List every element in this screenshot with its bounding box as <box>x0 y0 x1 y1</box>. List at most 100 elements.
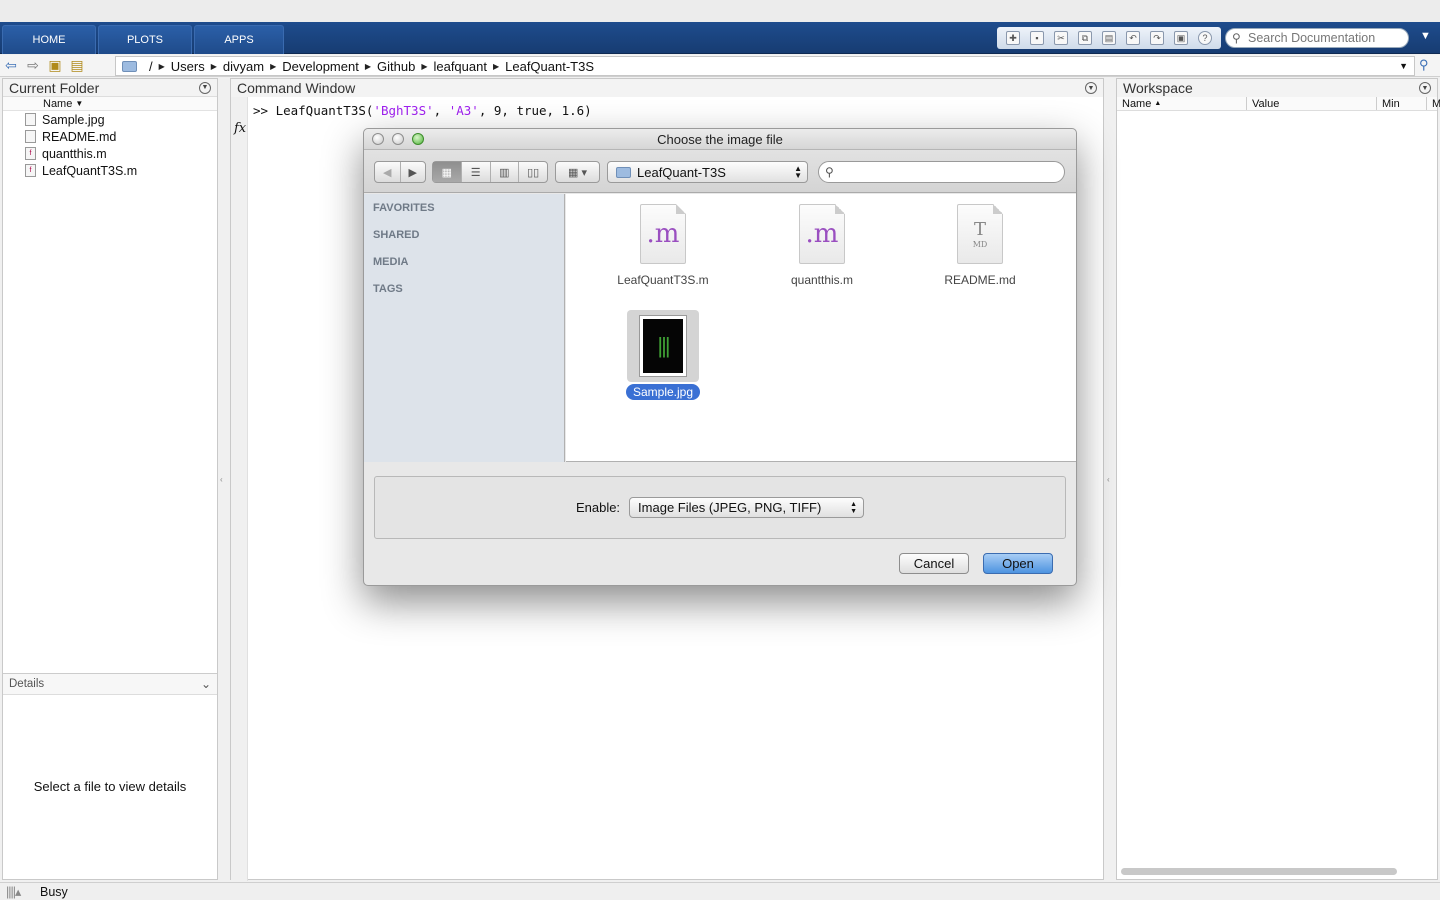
browse-folder-icon[interactable]: ▤ <box>66 57 88 75</box>
cut-icon[interactable]: ✂ <box>1054 31 1068 45</box>
cancel-button[interactable]: Cancel <box>899 553 969 574</box>
choose-file-dialog: Choose the image file ◀ ▶ ▦ ☰ ▥ ▯▯ ▦ ▾ L… <box>363 128 1077 586</box>
redo-icon[interactable]: ↷ <box>1150 31 1164 45</box>
splitter-handle[interactable]: ‹ <box>1107 475 1110 484</box>
icon-glyph: T <box>973 219 986 240</box>
search-icon: ⚲ <box>1232 31 1241 45</box>
workspace-columns: Name ▲ Value Min M <box>1117 97 1440 111</box>
up-folder-icon[interactable]: ▣ <box>44 57 66 75</box>
column-header-min[interactable]: Min <box>1377 97 1427 110</box>
close-window-icon[interactable] <box>372 133 384 145</box>
coverflow-view-icon[interactable]: ▯▯ <box>519 162 547 182</box>
crumb-leafquant-t3s[interactable]: LeafQuant-T3S <box>505 59 594 74</box>
command-history-line[interactable]: >> LeafQuantT3S('BghT3S', 'A3', 9, true,… <box>253 103 592 118</box>
menu-strip <box>0 0 1440 22</box>
quick-access-toolbar: ✚ ▪ ✂ ⧉ ▤ ↶ ↷ ▣ ? <box>997 27 1221 49</box>
string-arg: 'A3' <box>448 103 479 118</box>
panel-title: Current Folder <box>9 79 100 96</box>
file-item-selected[interactable]: ||| Sample.jpg <box>603 310 723 400</box>
splitter-handle[interactable]: ‹ <box>220 475 223 484</box>
minimize-window-icon[interactable] <box>392 133 404 145</box>
icon-subtext: MD <box>972 240 988 249</box>
status-text: Busy <box>40 884 68 899</box>
panel-actions-icon[interactable]: ▼ <box>1419 82 1431 94</box>
sidebar-item-favorites[interactable]: FAVORITES <box>364 194 564 221</box>
arrange-button[interactable]: ▦ ▾ <box>555 161 600 183</box>
file-item[interactable]: .m LeafQuantT3S.m <box>603 204 723 287</box>
function-browser-icon[interactable]: fx <box>234 121 246 136</box>
icon-view-icon[interactable]: ▦ <box>433 162 462 182</box>
list-view-icon[interactable]: ☰ <box>462 162 491 182</box>
selection-highlight: ||| <box>627 310 699 382</box>
column-header-max[interactable]: M <box>1427 97 1440 110</box>
paste-icon[interactable]: ▤ <box>1102 31 1116 45</box>
crumb-users[interactable]: Users <box>171 59 205 74</box>
crumb-github[interactable]: Github <box>377 59 415 74</box>
list-item[interactable]: f quantthis.m <box>3 145 217 162</box>
crumb-leafquant[interactable]: leafquant <box>433 59 487 74</box>
panel-actions-icon[interactable]: ▼ <box>1085 82 1097 94</box>
details-placeholder: Select a file to view details <box>33 779 187 794</box>
column-header-name[interactable]: Name ▲ <box>1117 97 1247 110</box>
tab-apps[interactable]: APPS <box>194 25 284 54</box>
crumb-separator-icon: ▶ <box>270 61 277 71</box>
file-name: quantthis.m <box>42 146 107 161</box>
crumb-development[interactable]: Development <box>282 59 359 74</box>
copy-icon[interactable]: ⧉ <box>1078 31 1092 45</box>
file-item[interactable]: T MD README.md <box>920 204 1040 287</box>
location-popup[interactable]: LeafQuant-T3S ▲ ▼ <box>607 161 808 183</box>
horizontal-scrollbar[interactable] <box>1121 868 1397 875</box>
path-breadcrumb[interactable]: / ▶ Users ▶ divyam ▶ Development ▶ Github ▶ l… <box>115 56 1415 76</box>
file-item[interactable]: .m quantthis.m <box>762 204 882 287</box>
file-name: README.md <box>944 273 1016 287</box>
sidebar-item-shared[interactable]: SHARED <box>364 221 564 248</box>
tab-home[interactable]: HOME <box>2 25 96 54</box>
back-icon[interactable]: ◀ <box>375 162 401 182</box>
back-icon[interactable]: ⇦ <box>0 57 22 75</box>
column-header-value[interactable]: Value <box>1247 97 1377 110</box>
details-title: Details <box>9 678 45 690</box>
undo-icon[interactable]: ↶ <box>1126 31 1140 45</box>
file-name: Sample.jpg <box>625 384 701 400</box>
dialog-search-input[interactable]: ⚲ <box>818 161 1065 183</box>
panel-title: Workspace <box>1123 80 1193 96</box>
ribbon-menu-icon[interactable]: ▼ <box>1420 30 1431 42</box>
help-icon[interactable]: ? <box>1198 31 1212 45</box>
details-header[interactable]: Details ⌄ <box>3 673 217 695</box>
zoom-window-icon[interactable] <box>412 133 424 145</box>
chevron-down-icon[interactable]: ⌄ <box>201 677 211 691</box>
folder-icon <box>122 60 137 72</box>
new-script-icon[interactable]: ✚ <box>1006 31 1020 45</box>
forward-icon[interactable]: ▶ <box>401 162 426 182</box>
accessory-panel: Enable: Image Files (JPEG, PNG, TIFF) ▲ ▼ <box>374 476 1066 539</box>
list-item[interactable]: f LeafQuantT3S.m <box>3 162 217 179</box>
list-item[interactable]: Sample.jpg <box>3 111 217 128</box>
panel-actions-icon[interactable]: ▼ <box>199 81 211 94</box>
command-gutter <box>231 97 248 881</box>
column-header-name[interactable]: Name ▼ <box>3 97 217 111</box>
tab-plots[interactable]: PLOTS <box>98 25 192 54</box>
file-type-select[interactable]: Image Files (JPEG, PNG, TIFF) ▲ ▼ <box>629 497 865 518</box>
crumb-divyam[interactable]: divyam <box>223 59 264 74</box>
dialog-title: Choose the image file <box>657 132 783 147</box>
search-documentation-input[interactable]: ⚲ Search Documentation <box>1225 28 1409 48</box>
panel-title: Command Window <box>237 80 356 96</box>
search-folder-icon[interactable]: ⚲ <box>1419 57 1429 73</box>
open-button[interactable]: Open <box>983 553 1053 574</box>
status-indicator-icon: ||||▴ <box>6 885 21 899</box>
text-file-icon <box>25 130 36 143</box>
sidebar-item-tags[interactable]: TAGS <box>364 275 564 302</box>
workspace-panel: Workspace ▼ Name ▲ Value Min M <box>1116 78 1440 880</box>
dialog-titlebar[interactable]: Choose the image file <box>364 129 1076 150</box>
switch-windows-icon[interactable]: ▣ <box>1174 31 1188 45</box>
save-icon[interactable]: ▪ <box>1030 31 1044 45</box>
column-view-icon[interactable]: ▥ <box>491 162 520 182</box>
column-label: Value <box>1252 97 1280 110</box>
forward-icon[interactable]: ⇨ <box>22 57 44 75</box>
list-item[interactable]: README.md <box>3 128 217 145</box>
sidebar-item-media[interactable]: MEDIA <box>364 248 564 275</box>
path-dropdown-icon[interactable]: ▼ <box>1399 61 1408 71</box>
crumb-root[interactable]: / <box>149 59 153 74</box>
image-thumbnail-icon: ||| <box>640 316 686 376</box>
string-arg: 'BghT3S' <box>373 103 434 118</box>
